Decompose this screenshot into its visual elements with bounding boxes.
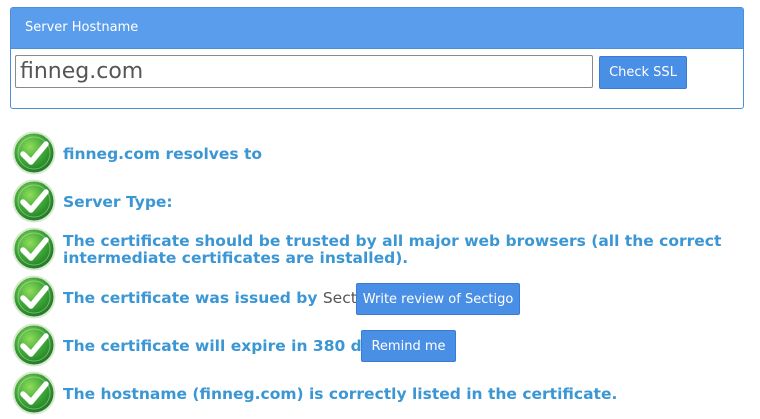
check-circle-icon [12,323,56,367]
issued-prefix: The certificate was issued by [63,289,323,307]
trusted-text: The certificate should be trusted by all… [63,232,722,267]
hostname-input[interactable] [15,55,593,88]
server-type-text: Server Type: [63,193,173,211]
expire-text: The certificate will expire in 380 days. [63,337,397,355]
check-circle-icon [12,179,56,223]
resolves-text: finneg.com resolves to [63,145,263,163]
issued-text: The certificate was issued by Sectigo. [63,290,386,307]
check-circle-icon [12,371,56,415]
check-circle-icon [12,227,56,271]
remind-me-button[interactable]: Remind me [361,330,456,362]
write-review-button[interactable]: Write review of Sectigo [356,283,520,315]
hostname-text: The hostname (finneg.com) is correctly l… [63,385,618,403]
check-circle-icon [12,275,56,319]
check-circle-icon [12,131,56,175]
check-ssl-button[interactable]: Check SSL [599,56,687,89]
panel-title: Server Hostname [11,8,743,49]
